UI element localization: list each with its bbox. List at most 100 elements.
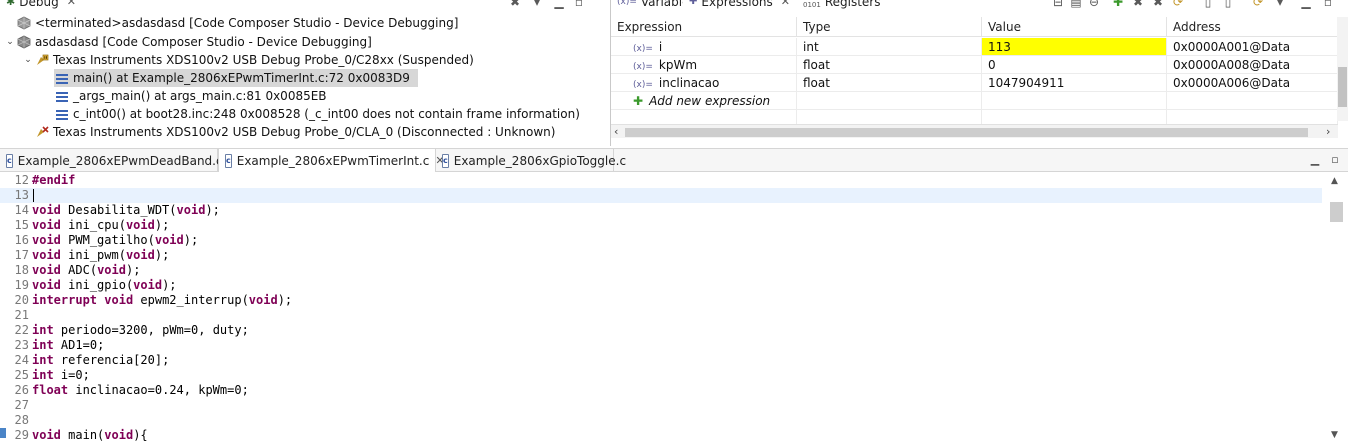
code-line[interactable]: 13 xyxy=(0,188,1322,203)
code-line[interactable]: 19 void ini_gpio(void); xyxy=(0,278,1322,293)
close-icon[interactable]: ✕ xyxy=(67,0,76,8)
tree-item-launch[interactable]: ⌄ asdasdasd [Code Composer Studio - Devi… xyxy=(4,33,372,51)
expression-cell[interactable]: (x)= kpWm xyxy=(611,56,797,74)
add-expression-icon[interactable]: ✚ xyxy=(1111,0,1125,8)
expressions-horizontal-scrollbar[interactable]: ‹ › xyxy=(611,124,1338,138)
expressions-vertical-scrollbar[interactable] xyxy=(1337,17,1348,121)
stack-frame-icon xyxy=(54,70,70,86)
breakpoint-marker[interactable] xyxy=(0,428,6,438)
code-text: int AD1=0; xyxy=(32,338,105,352)
variables-icon: (x)= xyxy=(617,0,637,7)
code-line[interactable]: 12 #endif xyxy=(0,173,1322,188)
variable-icon: (x)= xyxy=(633,80,653,90)
tree-item-cla-thread[interactable]: Texas Instruments XDS100v2 USB Debug Pro… xyxy=(34,123,555,141)
import-icon[interactable]: ▯ xyxy=(1201,0,1215,8)
minimize-icon[interactable]: ▁ xyxy=(1299,0,1313,8)
scrollbar-thumb[interactable] xyxy=(625,128,1308,137)
tab-debug[interactable]: ✱ Debug ✕ xyxy=(0,0,82,10)
minimize-icon[interactable]: ▁ xyxy=(1308,153,1322,167)
expression-cell[interactable]: (x)= inclinacao xyxy=(611,74,797,92)
text-caret xyxy=(33,189,34,202)
scroll-right-icon[interactable]: › xyxy=(1326,125,1330,139)
code-line[interactable]: 28 xyxy=(0,413,1322,428)
scroll-down-icon[interactable]: ▼ xyxy=(1331,430,1338,440)
show-type-icon[interactable]: ▤ xyxy=(1069,0,1083,8)
code-text: int referencia[20]; xyxy=(32,353,170,367)
line-number: 26 xyxy=(14,383,29,397)
editor-tab-deadband[interactable]: c Example_2806xEPwmDeadBand.c xyxy=(0,149,223,172)
code-text: void Desabilita_WDT(void); xyxy=(32,203,220,217)
editor-tab-timerint[interactable]: c Example_2806xEPwmTimerInt.c ✕ xyxy=(218,149,445,172)
minimize-icon[interactable]: ▁ xyxy=(552,0,566,8)
scroll-left-icon[interactable]: ‹ xyxy=(614,125,618,139)
code-line[interactable]: 14 void Desabilita_WDT(void); xyxy=(0,203,1322,218)
address-cell: 0x0000A001@Data xyxy=(1167,38,1338,56)
code-line[interactable]: 21 xyxy=(0,308,1322,323)
export-icon[interactable]: ▯ xyxy=(1221,0,1235,8)
expression-name: kpWm xyxy=(658,58,698,72)
tree-item-c28xx-thread[interactable]: ⌄ Texas Instruments XDS100v2 USB Debug P… xyxy=(22,51,474,69)
tree-item-label: asdasdasd [Code Composer Studio - Device… xyxy=(35,35,372,49)
variable-icon: (x)= xyxy=(633,44,653,54)
tree-item-frame-main[interactable]: main() at Example_2806xEPwmTimerInt.c:72… xyxy=(54,69,418,87)
code-text: void main(void){ xyxy=(32,428,148,442)
tree-item-frame-c-int00[interactable]: c_int00() at boot28.inc:248 0x008528 (_c… xyxy=(54,105,580,123)
value-cell[interactable]: 1047904911 xyxy=(982,74,1167,92)
empty-cell xyxy=(982,92,1167,110)
tab-registers[interactable]: 10100101 Registers xyxy=(797,0,887,10)
maximize-icon[interactable]: ▫ xyxy=(1321,0,1335,8)
chevron-down-icon[interactable]: ⌄ xyxy=(4,33,16,51)
value-cell[interactable]: 113 xyxy=(982,38,1167,56)
line-number: 25 xyxy=(14,368,29,382)
code-line[interactable]: 22 int periodo=3200, pWm=0, duty; xyxy=(0,323,1322,338)
tree-item-frame-args-main[interactable]: _args_main() at args_main.c:81 0x0085EB xyxy=(54,87,327,105)
code-line[interactable]: 18 void ADC(void); xyxy=(0,263,1322,278)
chevron-down-icon[interactable]: ⌄ xyxy=(22,51,34,69)
tree-item-terminated-launch[interactable]: <terminated>asdasdasd [Code Composer Stu… xyxy=(4,14,458,32)
code-line[interactable]: 27 xyxy=(0,398,1322,413)
remove-terminated-icon[interactable]: ✖ xyxy=(508,0,522,8)
code-editor[interactable]: 12 #endif 13 14 void Desabilita_WDT(void); 15… xyxy=(0,172,1348,444)
expression-cell[interactable]: (x)= i xyxy=(611,38,797,56)
column-header-address[interactable]: Address xyxy=(1167,17,1338,37)
code-line[interactable]: 16 void PWM_gatilho(void); xyxy=(0,233,1322,248)
code-line[interactable]: 29 void main(void){ xyxy=(0,428,1322,443)
collapse-all-icon[interactable]: ⊟ xyxy=(1051,0,1065,8)
disconnected-thread-icon xyxy=(34,124,50,140)
column-header-expression[interactable]: Expression xyxy=(611,17,797,37)
editor-vertical-scrollbar[interactable]: ▲ ▼ xyxy=(1326,172,1348,444)
collapse-icon[interactable]: ⊖ xyxy=(1087,0,1101,8)
tab-expressions[interactable]: ✚ Expressions ✕ xyxy=(683,0,796,10)
maximize-icon[interactable]: ▫ xyxy=(1328,153,1342,167)
code-line[interactable]: 26 float inclinacao=0.24, kpWm=0; xyxy=(0,383,1322,398)
view-menu-icon[interactable]: ▾ xyxy=(1273,0,1287,8)
editor-tabbar: c Example_2806xEPwmDeadBand.c c Example_… xyxy=(0,148,1348,172)
remove-icon[interactable]: ✖ xyxy=(1131,0,1145,8)
scroll-up-icon[interactable]: ▲ xyxy=(1331,176,1338,186)
continuous-refresh-icon[interactable]: ⟳ xyxy=(1251,0,1265,8)
tab-debug-label: Debug xyxy=(19,0,59,9)
code-line[interactable]: 25 int i=0; xyxy=(0,368,1322,383)
editor-tab-gpiotoggle[interactable]: c Example_2806xGpioToggle.c xyxy=(436,149,626,172)
code-text: interrupt void epwm2_interrup(void); xyxy=(32,293,293,307)
code-line[interactable]: 15 void ini_cpu(void); xyxy=(0,218,1322,233)
add-expression-cell[interactable]: ✚ Add new expression xyxy=(611,92,797,110)
code-line[interactable]: 23 int AD1=0; xyxy=(0,338,1322,353)
maximize-icon[interactable]: ▫ xyxy=(572,0,586,8)
refresh-icon[interactable]: ⟳ xyxy=(1171,0,1185,8)
column-header-type[interactable]: Type xyxy=(797,17,982,37)
view-menu-icon[interactable]: ▾ xyxy=(530,0,544,8)
scrollbar-thumb[interactable] xyxy=(1338,67,1347,107)
scrollbar-thumb[interactable] xyxy=(1330,202,1343,222)
close-icon[interactable]: ✕ xyxy=(781,0,790,8)
line-number: 28 xyxy=(14,413,29,427)
code-line[interactable]: 24 int referencia[20]; xyxy=(0,353,1322,368)
code-line[interactable]: 17 void ini_pwm(void); xyxy=(0,248,1322,263)
code-line[interactable]: 20 interrupt void epwm2_interrup(void); xyxy=(0,293,1322,308)
remove-all-icon[interactable]: ✖ xyxy=(1151,0,1165,8)
line-number: 24 xyxy=(14,353,29,367)
value-cell[interactable]: 0 xyxy=(982,56,1167,74)
column-header-value[interactable]: Value xyxy=(982,17,1167,37)
line-number: 18 xyxy=(14,263,29,277)
c-file-icon: c xyxy=(225,153,232,168)
